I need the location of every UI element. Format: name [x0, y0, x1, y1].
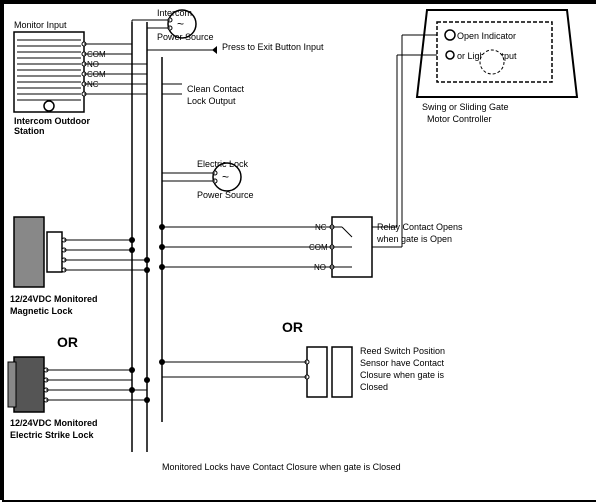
svg-text:Swing or Sliding Gate: Swing or Sliding Gate	[422, 102, 509, 112]
svg-text:Power Source: Power Source	[197, 190, 254, 200]
svg-text:Sensor have Contact: Sensor have Contact	[360, 358, 445, 368]
svg-text:Magnetic Lock: Magnetic Lock	[10, 306, 74, 316]
svg-text:Intercom: Intercom	[157, 8, 192, 18]
svg-text:12/24VDC Monitored: 12/24VDC Monitored	[10, 418, 98, 428]
svg-text:Open Indicator: Open Indicator	[457, 31, 516, 41]
svg-text:Reed Switch Position: Reed Switch Position	[360, 346, 445, 356]
svg-text:Closed: Closed	[360, 382, 388, 392]
svg-text:Monitor Input: Monitor Input	[14, 20, 67, 30]
svg-text:Motor Controller: Motor Controller	[427, 114, 492, 124]
svg-text:Clean Contact: Clean Contact	[187, 84, 245, 94]
svg-text:Power Source: Power Source	[157, 32, 214, 42]
svg-text:~: ~	[177, 17, 184, 31]
svg-text:12/24VDC Monitored: 12/24VDC Monitored	[10, 294, 98, 304]
svg-text:Lock Output: Lock Output	[187, 96, 236, 106]
svg-text:OR: OR	[282, 319, 303, 335]
svg-text:Electric Lock: Electric Lock	[197, 159, 249, 169]
svg-text:Electric Strike Lock: Electric Strike Lock	[10, 430, 95, 440]
wiring-diagram: Monitor Input COM NO COM NC Intercom Out…	[0, 0, 596, 500]
svg-text:when gate is Open: when gate is Open	[376, 234, 452, 244]
svg-text:Press to Exit Button Input: Press to Exit Button Input	[222, 42, 324, 52]
svg-text:OR: OR	[57, 334, 78, 350]
svg-text:~: ~	[222, 170, 229, 184]
svg-text:Closure when gate is: Closure when gate is	[360, 370, 445, 380]
svg-text:Intercom Outdoor: Intercom Outdoor	[14, 116, 90, 126]
svg-text:Monitored Locks have Contact C: Monitored Locks have Contact Closure whe…	[162, 462, 401, 472]
svg-text:Station: Station	[14, 126, 45, 136]
